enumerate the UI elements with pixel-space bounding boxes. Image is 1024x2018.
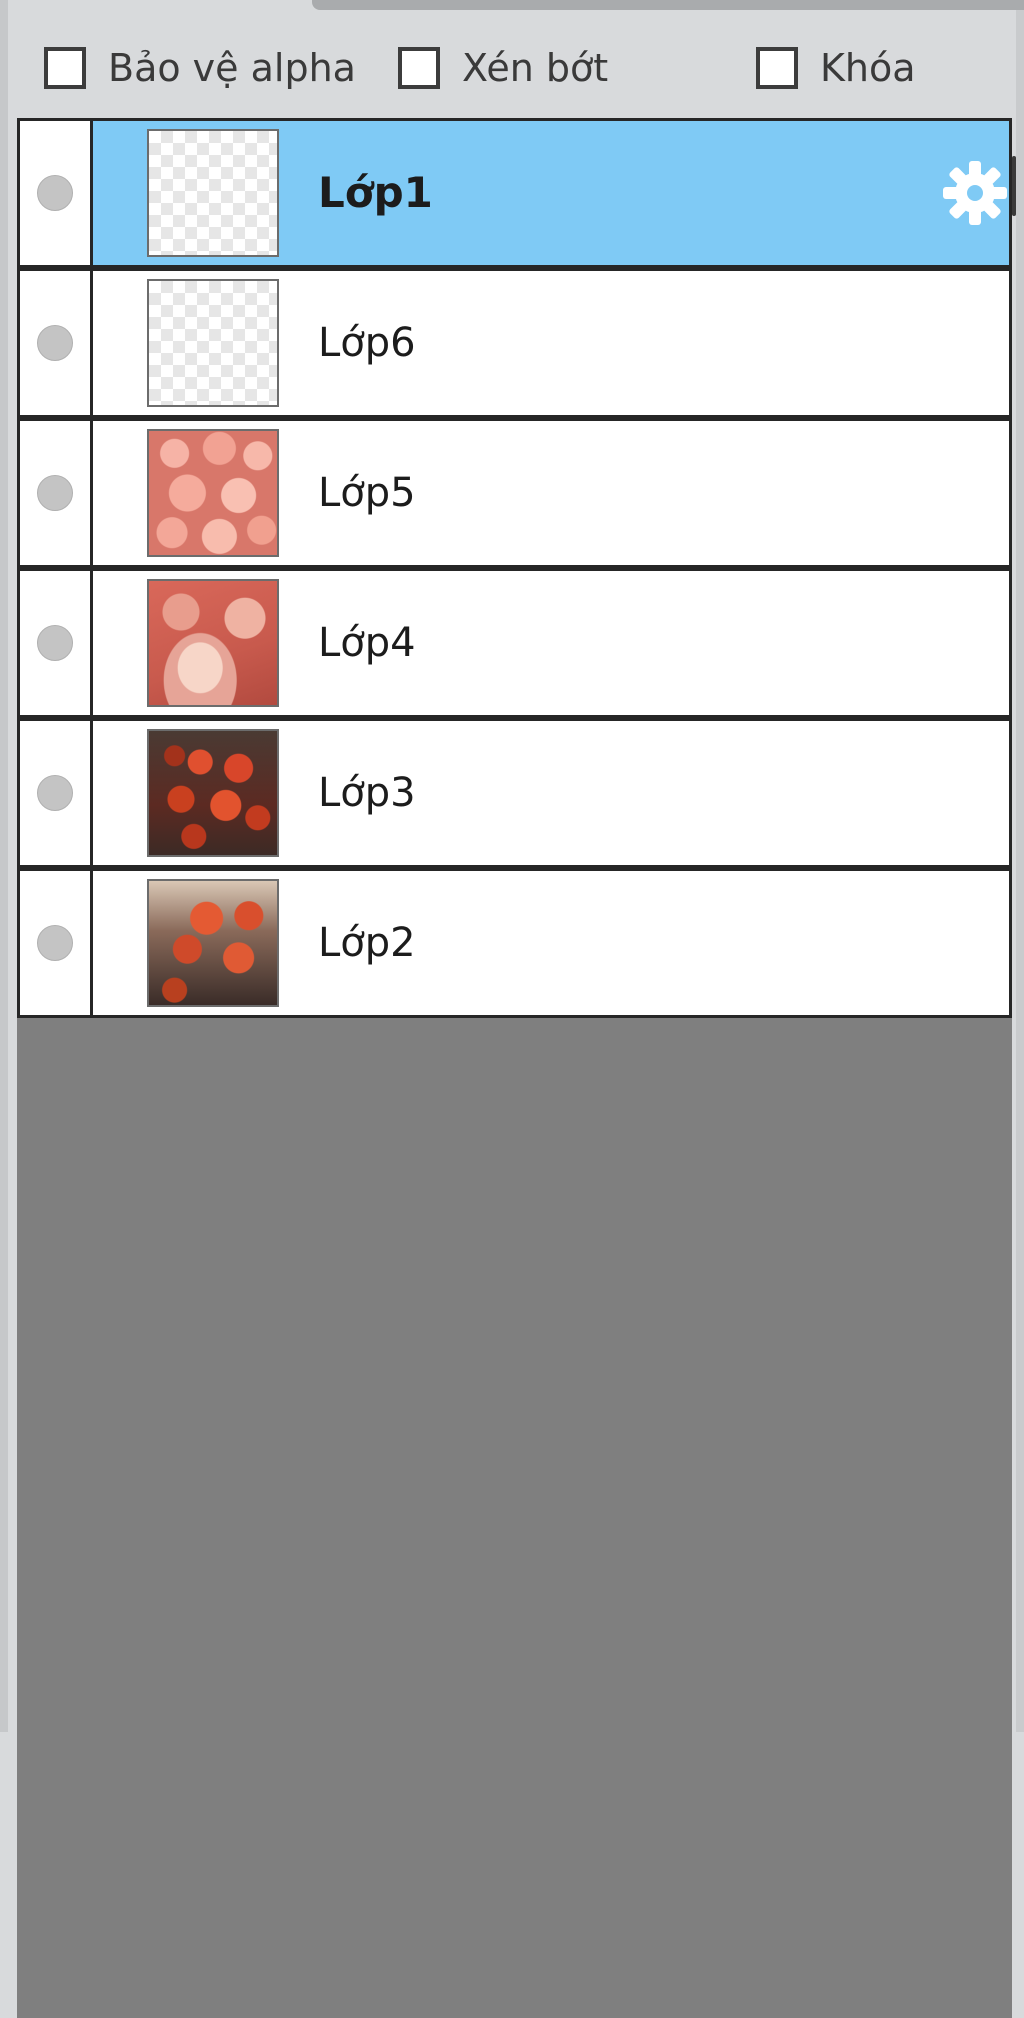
layer-row-content[interactable]: Lớp4 bbox=[93, 571, 1009, 715]
layer-row-3[interactable]: Lớp3 bbox=[17, 718, 1012, 868]
layer-row-content[interactable]: Lớp1 bbox=[93, 121, 1009, 265]
clip-label: Xén bớt bbox=[462, 46, 609, 90]
lock-checkbox[interactable]: Khóa bbox=[756, 30, 916, 106]
layer-row-1[interactable]: Lớp1 bbox=[17, 118, 1012, 268]
layer-visibility-toggle[interactable] bbox=[20, 421, 93, 565]
layer-visibility-toggle[interactable] bbox=[20, 121, 93, 265]
layer-options-row: Bảo vệ alpha Xén bớt Khóa bbox=[0, 30, 1024, 106]
layer-name: Lớp1 bbox=[318, 168, 433, 217]
layer-row-2[interactable]: Lớp2 bbox=[17, 868, 1012, 1018]
layer-name: Lớp2 bbox=[318, 920, 416, 966]
layer-name: Lớp5 bbox=[318, 470, 416, 516]
layer-visibility-toggle[interactable] bbox=[20, 871, 93, 1015]
layer-thumbnail bbox=[147, 279, 279, 407]
visibility-dot-icon[interactable] bbox=[37, 925, 73, 961]
layer-name: Lớp6 bbox=[318, 320, 416, 366]
layer-name: Lớp3 bbox=[318, 770, 416, 816]
lock-label: Khóa bbox=[820, 46, 916, 90]
lock-checkbox-box[interactable] bbox=[756, 47, 798, 89]
panel-resize-handle[interactable] bbox=[1012, 156, 1016, 216]
layer-row-content[interactable]: Lớp3 bbox=[93, 721, 1009, 865]
layer-visibility-toggle[interactable] bbox=[20, 271, 93, 415]
layers-list: Lớp1 Lớp6 Lớp5 Lớp4 Lớp3 Lớp2 bbox=[17, 118, 1012, 2018]
layer-row-5[interactable]: Lớp5 bbox=[17, 418, 1012, 568]
visibility-dot-icon[interactable] bbox=[37, 475, 73, 511]
clip-checkbox[interactable]: Xén bớt bbox=[398, 30, 608, 106]
layer-visibility-toggle[interactable] bbox=[20, 571, 93, 715]
clip-checkbox-box[interactable] bbox=[398, 47, 440, 89]
panel-tab-strip bbox=[312, 0, 1024, 10]
layer-visibility-toggle[interactable] bbox=[20, 721, 93, 865]
layer-thumbnail bbox=[147, 579, 279, 707]
layer-row-content[interactable]: Lớp2 bbox=[93, 871, 1009, 1015]
layer-thumbnail bbox=[147, 729, 279, 857]
alpha-protect-checkbox[interactable]: Bảo vệ alpha bbox=[44, 30, 356, 106]
alpha-protect-label: Bảo vệ alpha bbox=[108, 46, 356, 90]
layer-thumbnail bbox=[147, 429, 279, 557]
layer-name: Lớp4 bbox=[318, 620, 416, 666]
layer-row-4[interactable]: Lớp4 bbox=[17, 568, 1012, 718]
visibility-dot-icon[interactable] bbox=[37, 775, 73, 811]
panel-scrollbar[interactable] bbox=[1016, 0, 1024, 1732]
gear-icon[interactable] bbox=[939, 157, 1011, 229]
visibility-dot-icon[interactable] bbox=[37, 325, 73, 361]
layer-thumbnail bbox=[147, 879, 279, 1007]
layer-row-6[interactable]: Lớp6 bbox=[17, 268, 1012, 418]
visibility-dot-icon[interactable] bbox=[37, 625, 73, 661]
layer-row-content[interactable]: Lớp6 bbox=[93, 271, 1009, 415]
layer-thumbnail bbox=[147, 129, 279, 257]
layer-row-content[interactable]: Lớp5 bbox=[93, 421, 1009, 565]
layers-panel: Bảo vệ alpha Xén bớt Khóa Lớp1 Lớp6 Lớp5… bbox=[0, 0, 1024, 2018]
visibility-dot-icon[interactable] bbox=[37, 175, 73, 211]
alpha-protect-checkbox-box[interactable] bbox=[44, 47, 86, 89]
panel-left-edge bbox=[0, 0, 8, 1732]
